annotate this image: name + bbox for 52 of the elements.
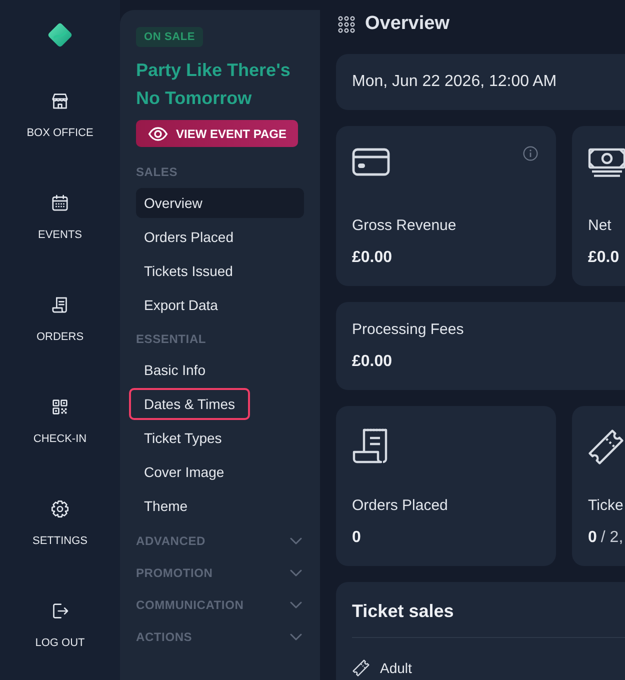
ticket-type-name: Adult	[380, 659, 412, 678]
chevron-down-icon	[290, 601, 302, 609]
chevron-down-icon	[290, 569, 302, 577]
card-title: Ticket sales	[352, 600, 455, 622]
event-date: Mon, Jun 22 2026, 12:00 AM	[352, 73, 557, 91]
nav-rail-item[interactable]: BOX OFFICE	[26, 91, 94, 140]
view-event-button[interactable]: VIEW EVENT PAGE	[136, 120, 298, 147]
nav-rail-item[interactable]: SETTINGS	[32, 499, 88, 548]
calendar-icon	[50, 193, 70, 213]
sidebar-item[interactable]: Ticket Types	[136, 423, 230, 453]
stat-label: Processing Fees	[352, 320, 465, 340]
stat-value: £0.0	[588, 248, 620, 268]
receipt-icon	[50, 295, 70, 315]
page-title: Overview	[365, 13, 450, 35]
chevron-down-icon	[290, 633, 302, 641]
nav-rail-item[interactable]: EVENTS	[38, 193, 82, 242]
section-heading: SALES	[136, 164, 179, 180]
stat-value: 0	[588, 528, 597, 548]
stat-value: £0.00	[352, 352, 392, 372]
sidebar-item[interactable]: Dates & Times	[129, 388, 250, 420]
stat-total: / 2,	[600, 528, 624, 548]
sidebar-item[interactable]: Orders Placed	[136, 222, 242, 252]
sidebar-item[interactable]: Basic Info	[136, 355, 214, 385]
ticket-icon	[352, 659, 370, 677]
chevron-down-icon	[290, 537, 302, 545]
sidebar-item[interactable]: Export Data	[136, 290, 226, 320]
nav-rail-item[interactable]: LOG OUT	[35, 601, 85, 650]
stat-value: £0.00	[352, 248, 392, 268]
ticket-icon	[588, 428, 624, 466]
stat-label: Net	[588, 216, 612, 236]
settings-icon	[50, 499, 70, 519]
sidebar-item[interactable]: Cover Image	[136, 457, 232, 487]
stat-value: 0	[352, 528, 361, 548]
banknote-icon	[588, 148, 625, 178]
status-badge: ON SALE	[136, 27, 203, 47]
sidebar-item[interactable]: Tickets Issued	[136, 256, 241, 286]
qr-code-icon	[50, 397, 70, 417]
sidebar-item[interactable]: Theme	[136, 491, 196, 521]
nav-rail-item[interactable]: CHECK-IN	[33, 397, 87, 446]
eye-icon	[148, 126, 168, 140]
receipt-icon	[352, 428, 390, 464]
nav-rail-item[interactable]: ORDERS	[36, 295, 84, 344]
stat-label: Gross Revenue	[352, 216, 458, 236]
stat-label: Orders Placed	[352, 496, 449, 516]
dots-grid-icon	[338, 16, 355, 32]
logo-icon	[47, 22, 73, 48]
event-title: Party Like There's No Tomorrow	[136, 59, 292, 110]
stat-label: Ticke	[588, 496, 624, 516]
section-heading: ESSENTIAL	[136, 331, 208, 347]
credit-card-icon	[352, 148, 390, 176]
sidebar-item[interactable]: Overview	[136, 188, 304, 218]
store-icon	[50, 91, 70, 111]
